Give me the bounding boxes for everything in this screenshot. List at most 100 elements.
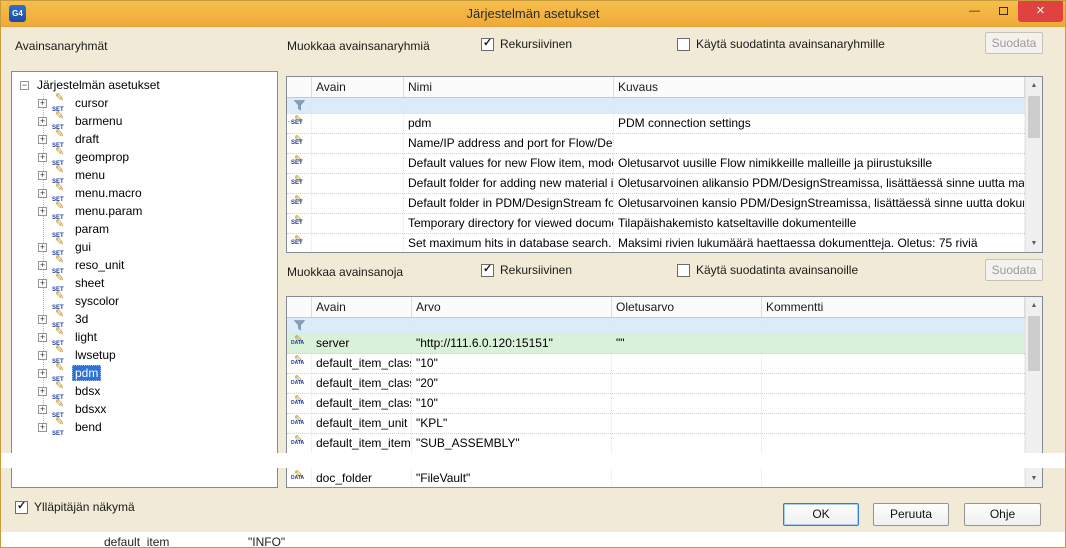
scroll-up-icon[interactable]: ▲ <box>1026 297 1042 314</box>
column-header-avain[interactable]: Avain <box>312 77 404 97</box>
tree-expand-toggle-icon[interactable]: + <box>38 135 47 144</box>
tree-item-label[interactable]: pdm <box>72 365 101 381</box>
group-table-row[interactable]: ← ✎ SET Default folder in PDM/DesignStre… <box>287 194 1025 214</box>
group-table-row[interactable]: ← ✎ SET Temporary directory for viewed d… <box>287 214 1025 234</box>
tree-expand-toggle-icon[interactable]: + <box>38 405 47 414</box>
minimize-button[interactable]: — <box>960 1 989 22</box>
tree-expand-toggle-icon[interactable]: + <box>38 279 47 288</box>
tree-expand-toggle-icon[interactable]: + <box>38 387 47 396</box>
keyword-table-row[interactable]: ✎ DATA default_item_item... "SUB_ASSEMBL… <box>287 434 1025 454</box>
tree-expand-toggle-icon[interactable]: + <box>38 423 47 432</box>
filter-row[interactable] <box>287 98 1025 114</box>
tree-item[interactable]: + ✎ SET 3d <box>12 310 277 328</box>
scroll-thumb[interactable] <box>1028 316 1040 371</box>
titlebar[interactable]: G4 Järjestelmän asetukset — ✕ <box>1 1 1065 27</box>
tree-item-label[interactable]: reso_unit <box>72 257 127 273</box>
tree-expand-toggle-icon[interactable]: + <box>38 99 47 108</box>
scroll-down-icon[interactable]: ▼ <box>1026 470 1042 487</box>
keyword-table-row[interactable]: ✎ DATA server "http://111.6.0.120:15151"… <box>287 334 1025 354</box>
tree-expand-toggle-icon[interactable]: + <box>38 207 47 216</box>
tree-expand-toggle-icon[interactable]: + <box>38 315 47 324</box>
keyword-groups-tree[interactable]: − ✎ SET Järjestelmän asetukset + ✎ SET c… <box>11 71 278 488</box>
group-table-row[interactable]: ← ✎ SET pdm PDM connection settings <box>287 114 1025 134</box>
tree-item[interactable]: + ✎ SET bdsxx <box>12 400 277 418</box>
tree-expand-toggle-icon[interactable]: + <box>38 369 47 378</box>
tree-item-label[interactable]: geomprop <box>72 149 132 165</box>
keyword-table-row[interactable]: ✎ DATA default_item_class... "10" <box>287 394 1025 414</box>
tree-expand-toggle-icon[interactable]: + <box>38 153 47 162</box>
tree-item[interactable]: ✎ SET syscolor <box>12 292 277 310</box>
ok-button[interactable]: OK <box>783 503 859 526</box>
tree-expand-toggle-icon[interactable]: + <box>38 261 47 270</box>
tree-item-label[interactable]: barmenu <box>72 113 125 129</box>
tree-item[interactable]: + ✎ SET lwsetup <box>12 346 277 364</box>
cancel-button[interactable]: Peruuta <box>873 503 949 526</box>
tree-item-label[interactable]: menu.param <box>72 203 145 219</box>
column-header-arvo[interactable]: Arvo <box>412 297 612 317</box>
tree-item[interactable]: − ✎ SET Järjestelmän asetukset <box>12 76 277 94</box>
tree-item-label[interactable]: syscolor <box>72 293 122 309</box>
filter-groups-button[interactable]: Suodata <box>985 32 1043 54</box>
tree-item[interactable]: + ✎ SET bdsx <box>12 382 277 400</box>
tree-item-label[interactable]: menu <box>72 167 108 183</box>
recursive-keywords-checkbox[interactable]: Rekursiivinen <box>481 263 572 277</box>
keyword-table-row[interactable]: ✎ DATA default_item_class... "20" <box>287 374 1025 394</box>
scroll-thumb[interactable] <box>1028 96 1040 138</box>
tree-item[interactable]: + ✎ SET bend <box>12 418 277 436</box>
tree-expand-toggle-icon[interactable]: + <box>38 189 47 198</box>
group-table-row[interactable]: ← ✎ SET Default values for new Flow item… <box>287 154 1025 174</box>
tree-item[interactable]: + ✎ SET barmenu <box>12 112 277 130</box>
group-table-row[interactable]: ← ✎ SET Name/IP address and port for Flo… <box>287 134 1025 154</box>
tree-item-label[interactable]: bdsxx <box>72 401 109 417</box>
tree-item-label[interactable]: sheet <box>72 275 107 291</box>
tree-item-label[interactable]: lwsetup <box>72 347 119 363</box>
keyword-table-row[interactable]: ✎ DATA default_item_unit "KPL" <box>287 414 1025 434</box>
tree-item[interactable]: + ✎ SET cursor <box>12 94 277 112</box>
tree-item[interactable]: + ✎ SET reso_unit <box>12 256 277 274</box>
tree-item[interactable]: + ✎ SET menu.macro <box>12 184 277 202</box>
column-header-avain[interactable]: Avain <box>312 297 412 317</box>
tree-expand-toggle-icon[interactable]: + <box>38 171 47 180</box>
scrollbar[interactable]: ▲ ▼ <box>1025 77 1042 252</box>
keyword-table-row[interactable]: ✎ DATA doc_folder "FileVault" <box>287 469 1025 488</box>
tree-item-label[interactable]: menu.macro <box>72 185 145 201</box>
tree-item-label[interactable]: Järjestelmän asetukset <box>34 77 163 93</box>
tree-expand-toggle-icon[interactable]: + <box>38 243 47 252</box>
admin-view-checkbox[interactable]: Ylläpitäjän näkymä <box>15 500 135 514</box>
tree-item[interactable]: + ✎ SET menu <box>12 166 277 184</box>
tree-expand-toggle-icon[interactable]: − <box>20 81 29 90</box>
scroll-up-icon[interactable]: ▲ <box>1026 77 1042 94</box>
recursive-groups-checkbox[interactable]: Rekursiivinen <box>481 37 572 51</box>
tree-item[interactable]: + ✎ SET pdm <box>12 364 277 382</box>
tree-item[interactable]: + ✎ SET menu.param <box>12 202 277 220</box>
tree-expand-toggle-icon[interactable]: + <box>38 333 47 342</box>
tree-item-label[interactable]: light <box>72 329 100 345</box>
tree-item-label[interactable]: bdsx <box>72 383 103 399</box>
tree-item[interactable]: + ✎ SET draft <box>12 130 277 148</box>
tree-expand-toggle-icon[interactable] <box>38 225 47 234</box>
use-filter-groups-checkbox[interactable]: Käytä suodatinta avainsanaryhmille <box>677 37 885 51</box>
filter-keywords-button[interactable]: Suodata <box>985 259 1043 281</box>
tree-item[interactable]: ✎ SET param <box>12 220 277 238</box>
use-filter-keywords-checkbox[interactable]: Käytä suodatinta avainsanoille <box>677 263 858 277</box>
tree-expand-toggle-icon[interactable] <box>38 297 47 306</box>
column-header-kommentti[interactable]: Kommentti <box>762 297 1025 317</box>
tree-item-label[interactable]: gui <box>72 239 94 255</box>
tree-item[interactable]: + ✎ SET geomprop <box>12 148 277 166</box>
column-header-nimi[interactable]: Nimi <box>404 77 614 97</box>
tree-item-label[interactable]: bend <box>72 419 105 435</box>
column-header-oletusarvo[interactable]: Oletusarvo <box>612 297 762 317</box>
column-header-kuvaus[interactable]: Kuvaus <box>614 77 1025 97</box>
help-button[interactable]: Ohje <box>964 503 1041 526</box>
tree-item[interactable]: + ✎ SET light <box>12 328 277 346</box>
group-table-row[interactable]: ← ✎ SET Default folder for adding new ma… <box>287 174 1025 194</box>
tree-item-label[interactable]: 3d <box>72 311 91 327</box>
close-button[interactable]: ✕ <box>1018 1 1063 22</box>
keyword-table-row[interactable]: ✎ DATA default_item_class... "10" <box>287 354 1025 374</box>
tree-item-label[interactable]: draft <box>72 131 102 147</box>
tree-item-label[interactable]: param <box>72 221 112 237</box>
filter-row[interactable] <box>287 318 1025 334</box>
tree-expand-toggle-icon[interactable]: + <box>38 351 47 360</box>
scroll-down-icon[interactable]: ▼ <box>1026 235 1042 252</box>
tree-item[interactable]: + ✎ SET sheet <box>12 274 277 292</box>
